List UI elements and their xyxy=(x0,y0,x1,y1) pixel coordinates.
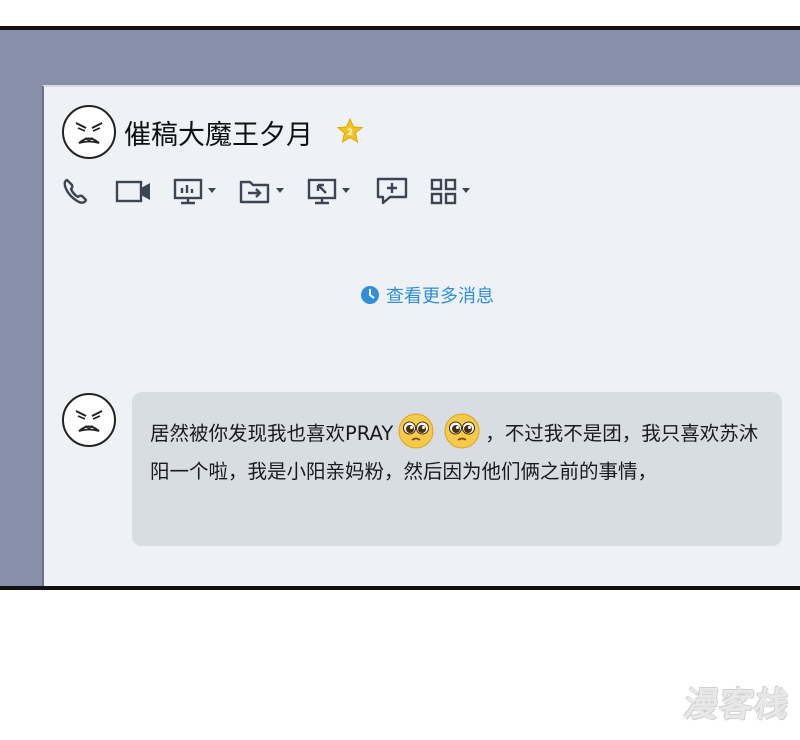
angry-face-icon xyxy=(75,122,103,144)
chat-panel: 催稿大魔王夕月 2 查看更多消息 居然被你发现我也喜欢PRAY ，不过我不是团，… xyxy=(0,26,800,590)
message-bubble[interactable]: 居然被你发现我也喜欢PRAY ，不过我不是团，我只喜欢苏沐阳一个啦，我是小阳亲妈… xyxy=(132,392,782,546)
pleading-face-emoji-icon xyxy=(444,413,480,449)
pleading-face-emoji-icon xyxy=(398,413,434,449)
message-text-part1: 居然被你发现我也喜欢PRAY xyxy=(150,422,394,445)
phone-icon[interactable] xyxy=(60,175,94,207)
screen-share-icon[interactable] xyxy=(172,175,220,207)
contact-name: 催稿大魔王夕月 xyxy=(124,120,313,151)
video-call-icon[interactable] xyxy=(114,175,154,207)
contact-avatar[interactable] xyxy=(62,105,116,159)
message-avatar[interactable] xyxy=(62,393,116,447)
add-comment-icon[interactable] xyxy=(374,175,412,207)
svg-text:2: 2 xyxy=(347,128,353,138)
chat-window: 催稿大魔王夕月 2 查看更多消息 居然被你发现我也喜欢PRAY ，不过我不是团，… xyxy=(42,85,800,586)
load-more-label: 查看更多消息 xyxy=(386,286,494,307)
clock-icon xyxy=(361,286,379,304)
star-badge-icon: 2 xyxy=(336,117,364,144)
remote-desktop-icon[interactable] xyxy=(306,175,354,207)
watermark-logo: 漫客栈 xyxy=(680,685,793,725)
angry-face-icon xyxy=(75,410,103,432)
message-text: 居然被你发现我也喜欢PRAY ，不过我不是团，我只喜欢苏沐阳一个啦，我是小阳亲妈… xyxy=(150,412,770,491)
load-more-messages-link[interactable]: 查看更多消息 xyxy=(360,283,494,307)
apps-grid-icon[interactable] xyxy=(428,175,476,207)
file-transfer-icon[interactable] xyxy=(238,175,286,207)
